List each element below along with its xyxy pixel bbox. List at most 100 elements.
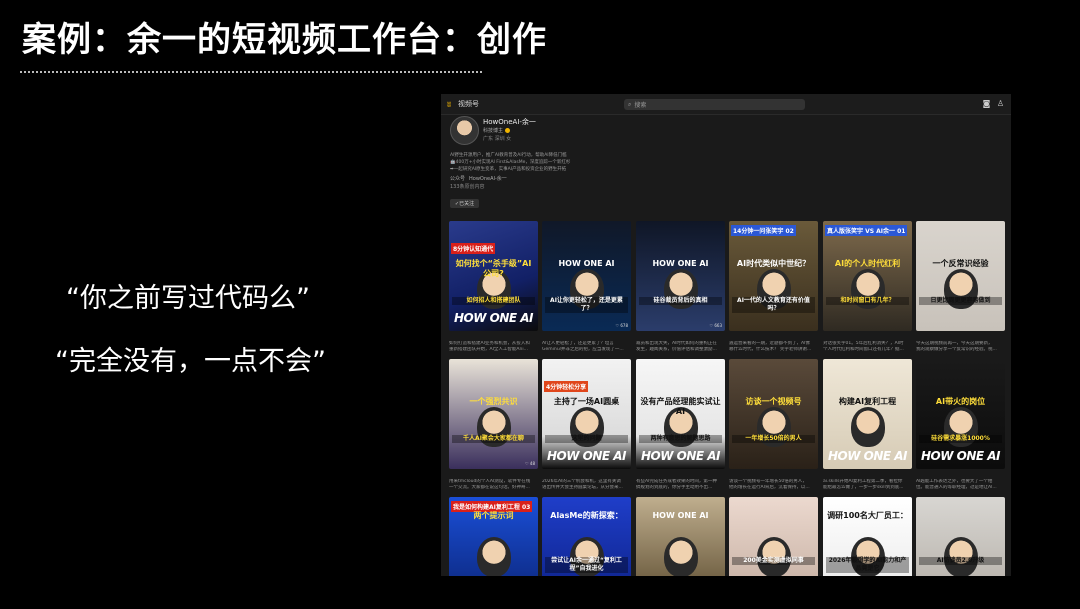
video-subtitle: AI让你更轻松了，还是更累了？: [545, 297, 628, 313]
video-card[interactable]: 200美金实测虚拟同事: [729, 497, 818, 576]
video-card[interactable]: HOW ONE AI 硅谷裁员背后的真相 ♡ 663 裁员和出现大失，AI时代如何的重…: [636, 221, 725, 357]
video-tag: 14分钟一问张笑宇 02: [731, 225, 796, 236]
camera-icon[interactable]: ◙: [982, 99, 991, 108]
brand-logo: HOW ONE AI: [640, 449, 721, 463]
video-card[interactable]: 一个反常识经验 日更比周更更容易做到 今天这期视频前再一，今天这期要新， 我的观察做分…: [916, 221, 1005, 357]
video-card[interactable]: 一个强烈共识 千人AI聚会大家都在聊 ♡ 48 用来tmcloud的个人AI测设，软件…: [449, 359, 538, 495]
avatar[interactable]: [450, 116, 479, 145]
video-card[interactable]: 调研100名大厂员工： 2026年最想学的AI能力和产品竟是它: [823, 497, 912, 576]
video-subtitle: 200美金实测虚拟同事: [732, 557, 815, 565]
video-thumbnail[interactable]: HOW ONE AI: [636, 497, 725, 576]
video-headline: 构建AI复利工程: [838, 397, 897, 406]
app-logo[interactable]: ʬ 视频号: [447, 99, 479, 109]
video-caption: 个人时代红利和时间窗口还有几年？据...: [823, 347, 904, 352]
video-thumbnail[interactable]: 200美金实测虚拟同事: [729, 497, 818, 576]
like-count: ♡ 678: [615, 323, 629, 328]
public-account[interactable]: 公众号 HowOneAI-余一: [450, 175, 511, 182]
video-tag: 8分钟认知通代: [451, 243, 496, 254]
video-subtitle: 千人AI聚会大家都在聊: [452, 435, 535, 443]
video-headline: 一个强烈共识: [469, 397, 518, 406]
brand-logo: HOW ONE AI: [546, 449, 627, 463]
video-thumbnail[interactable]: AI带火的岗位硅谷需求暴涨1000% HOW ONE AI: [916, 359, 1005, 469]
video-thumbnail[interactable]: 没有产品经理能实试让AI 两种有意思的解题思路 HOW ONE AI: [636, 359, 725, 469]
video-thumbnail[interactable]: 调研100名大厂员工： 2026年最想学的AI能力和产品竟是它: [823, 497, 912, 576]
account-location: 广东 深圳 女: [483, 136, 512, 142]
slide-title: 案例：余一的短视频工作台：创作: [22, 20, 547, 60]
video-card[interactable]: 没有产品经理能实试让AI 两种有意思的解题思路 HOW ONE AI 有些AI完成任务…: [636, 359, 725, 495]
brand-logo: HOW ONE AI: [827, 449, 908, 463]
video-card[interactable]: 构建AI复利工程 HOW ONE AI ai.skills开始AI复利工程第二季，看…: [823, 359, 912, 495]
video-card[interactable]: 真人版张笑宇 VS AI余一 01 AI的个人时代红利 和时间窗口有几年？ 对话张笑宇…: [823, 221, 912, 357]
bio-line: ➡一起研究AI原生变革，实事AI产品和投资企业的野生开拓: [450, 167, 567, 172]
follow-button[interactable]: ✓ 已关注: [450, 199, 479, 208]
channels-logo-icon: ʬ: [447, 99, 452, 109]
video-thumbnail[interactable]: AlasMe的新探索： 尝试让AI余一通过“复利工程”自我进化: [542, 497, 631, 576]
brand-logo: HOW ONE AI: [453, 311, 534, 325]
video-headline: 主持了一场AI圆桌: [553, 397, 620, 406]
bio-line: 🤖400万+小时实现AI First&AlasMe，深度追踪一个新红杉: [450, 160, 571, 165]
video-headline: HOW ONE AI: [558, 259, 615, 268]
video-subtitle: 如何招人和搭建团队: [452, 297, 535, 305]
video-card[interactable]: AlasMe的新探索： 尝试让AI余一通过“复利工程”自我进化: [542, 497, 631, 576]
video-subtitle: 硅谷裁员背后的真相: [639, 297, 722, 305]
quote-question: “你之前写过代码么”: [66, 283, 310, 314]
video-thumbnail[interactable]: 一个反常识经验 日更比周更更容易做到: [916, 221, 1005, 331]
video-thumbnail[interactable]: 访谈一个视频号一年增长50倍的男人: [729, 359, 818, 469]
account-name: HowOneAI-余一: [483, 118, 536, 126]
presenter-figure: [664, 537, 698, 576]
video-thumbnail[interactable]: 4分钟轻松分享 主持了一场AI圆桌 这里的问题 HOW ONE AI: [542, 359, 631, 469]
video-card[interactable]: AI访谈员2.0升级: [916, 497, 1005, 576]
video-headline: 访谈一个视频号: [745, 397, 802, 406]
video-tag: 真人版张笑宇 VS AI余一 01: [825, 225, 908, 236]
account-category: 科技博主: [483, 127, 511, 134]
video-card[interactable]: HOW ONE AI AI让你更轻松了，还是更累了？ ♡ 678 AI让人更轻松了，还…: [542, 221, 631, 357]
title-divider: [20, 71, 482, 73]
video-card[interactable]: 我是如何构建AI复利工程 03 两个提示词: [449, 497, 538, 576]
video-thumbnail[interactable]: HOW ONE AI 硅谷裁员背后的真相 ♡ 663: [636, 221, 725, 331]
video-caption: 发生，趣闻关系，价值评估和调整激励...: [636, 347, 717, 352]
video-subtitle: 和时间窗口有几年？: [826, 297, 909, 305]
video-thumbnail[interactable]: 一个强烈共识 千人AI聚会大家都在聊 ♡ 48: [449, 359, 538, 469]
video-thumbnail[interactable]: 我是如何构建AI复利工程 03 两个提示词: [449, 497, 538, 576]
video-thumbnail[interactable]: HOW ONE AI AI让你更轻松了，还是更累了？ ♡ 678: [542, 221, 631, 331]
video-headline: HOW ONE AI: [652, 511, 709, 520]
video-card[interactable]: 访谈一个视频号 一年增长50倍的男人 访谈一个视频号一年增长50倍的男人， 他的增长在…: [729, 359, 818, 495]
user-icon[interactable]: ♙: [996, 99, 1005, 108]
video-headline: AI带火的岗位: [935, 397, 986, 406]
video-headline: 两个提示词: [473, 511, 514, 520]
video-subtitle: 一年增长50倍的男人: [732, 435, 815, 443]
video-caption: 重新搭建团队开始，AI全人工智能Ani...: [449, 347, 528, 352]
video-headline: AlasMe的新探索：: [550, 511, 623, 520]
content-count: 133条原创内容: [450, 184, 485, 190]
brand-logo: HOW ONE AI: [920, 449, 1001, 463]
video-caption: 我的观察做分享一个反常识的经验。视...: [916, 347, 997, 352]
video-caption: 哪什么时代，什么技术？ 笑宇老师讲谢...: [729, 347, 812, 352]
video-subtitle: 硅谷需求暴涨1000%: [919, 435, 1002, 443]
video-headline: 如何找个“杀手级”AI公司?: [455, 259, 532, 278]
video-caption: 能给最怎么做了，一步一步skill到到底...: [823, 485, 904, 490]
verified-icon: [505, 128, 511, 133]
video-thumbnail[interactable]: 14分钟一问张笑宇 02 AI时代类似中世纪？ AI一代的人文教育还有价值吗？: [729, 221, 818, 331]
search-icon: ⌕: [628, 100, 632, 108]
bio-line: AI野生开源用户，推广AI教育普及AI行动，帮助AI降低门槛: [450, 153, 567, 158]
video-thumbnail[interactable]: 构建AI复利工程 HOW ONE AI: [823, 359, 912, 469]
video-thumbnail[interactable]: 真人版张笑宇 VS AI余一 01 AI的个人时代红利 和时间窗口有几年？: [823, 221, 912, 331]
video-headline: HOW ONE AI: [652, 259, 709, 268]
video-subtitle: 2026年最想学的AI能力和产品竟是它: [826, 557, 909, 573]
video-card[interactable]: 4分钟轻松分享 主持了一场AI圆桌 这里的问题 HOW ONE AI 2026年AI的三…: [542, 359, 631, 495]
video-caption: 一个交流。大家都在说这句话。好神奇...: [449, 485, 530, 490]
video-card[interactable]: HOW ONE AI: [636, 497, 725, 576]
video-subtitle: 日更比周更更容易做到: [919, 297, 1002, 305]
video-thumbnail[interactable]: 8分钟认知通代如何找个“杀手级”AI公司? 如何招人和搭建团队 HOW ONE AI: [449, 221, 538, 331]
video-thumbnail[interactable]: AI访谈员2.0升级: [916, 497, 1005, 576]
video-card[interactable]: 14分钟一问张笑宇 02 AI时代类似中世纪？ AI一代的人文教育还有价值吗？ 遇运营…: [729, 221, 818, 357]
video-caption: 搞规划的到底的，你分手主动用不出...: [636, 485, 713, 490]
video-card[interactable]: 8分钟认知通代如何找个“杀手级”AI公司? 如何招人和搭建团队 HOW ONE AI…: [449, 221, 538, 357]
video-subtitle: 两种有意思的解题思路: [639, 435, 722, 443]
video-caption: 他的增长在运行AI背后，沉着保持，以...: [729, 485, 810, 490]
video-card[interactable]: AI带火的岗位 硅谷需求暴涨1000% HOW ONE AI AI越能工作表达之外，也…: [916, 359, 1005, 495]
video-headline: AI的个人时代红利: [834, 259, 901, 268]
video-subtitle: 这里的问题: [545, 435, 628, 443]
search-input[interactable]: ⌕ 搜索: [624, 99, 805, 110]
video-caption: 位。能普通人的等职经理，过是地让AI...: [916, 485, 997, 490]
